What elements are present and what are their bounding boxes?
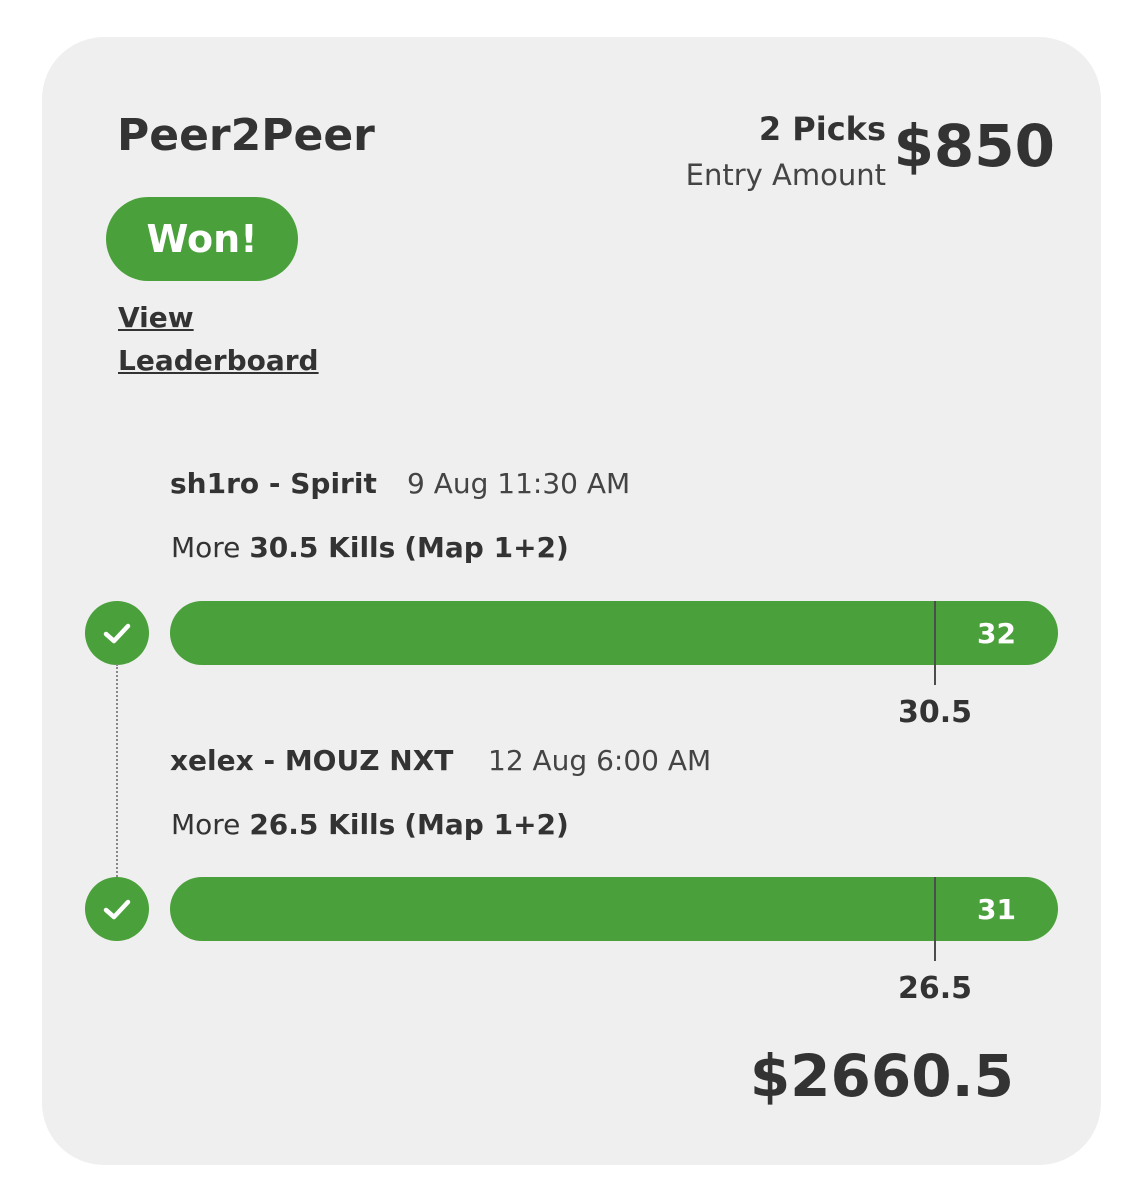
pick-1-line: More 30.5 Kills (Map 1+2) bbox=[171, 531, 569, 564]
pick-1-direction: More bbox=[171, 531, 241, 564]
pick-1-result: 32 bbox=[977, 616, 1016, 650]
pick-2-line-value: 26.5 Kills bbox=[249, 808, 396, 841]
checkmark-icon bbox=[103, 623, 131, 644]
pick-2-scope: (Map 1+2) bbox=[404, 808, 569, 841]
view-leaderboard-label-line-1[interactable]: View bbox=[118, 301, 194, 334]
picks-count: 2 Picks bbox=[758, 110, 886, 148]
pick-2-progress-bar: 31 bbox=[170, 877, 1058, 941]
entry-amount-label: Entry Amount bbox=[685, 158, 886, 192]
pick-1-threshold-marker bbox=[934, 601, 936, 685]
check-circle-icon bbox=[85, 601, 149, 665]
check-circle-icon bbox=[85, 877, 149, 941]
pick-1-line-value: 30.5 Kills bbox=[249, 531, 396, 564]
checkmark-icon bbox=[103, 899, 131, 920]
view-leaderboard-label-line-2[interactable]: Leaderboard bbox=[118, 344, 319, 377]
pick-2-direction: More bbox=[171, 808, 241, 841]
won-status-badge[interactable]: Won! bbox=[106, 197, 298, 281]
pick-2-threshold-marker bbox=[934, 877, 936, 961]
payout-amount: $2660.5 bbox=[749, 1042, 1014, 1110]
pick-2-line: More 26.5 Kills (Map 1+2) bbox=[171, 808, 569, 841]
pick-connector-line bbox=[116, 664, 118, 880]
pick-2-player: xelex - MOUZ NXT bbox=[170, 744, 454, 777]
pick-2-time: 12 Aug 6:00 AM bbox=[488, 744, 712, 777]
view-leaderboard-link[interactable]: View Leaderboard bbox=[118, 296, 319, 382]
contest-title: Peer2Peer bbox=[117, 110, 375, 161]
pick-1-time: 9 Aug 11:30 AM bbox=[407, 467, 631, 500]
pick-1-threshold: 30.5 bbox=[897, 695, 973, 730]
pick-1-progress-bar: 32 bbox=[170, 601, 1058, 665]
entry-amount-value: $850 bbox=[893, 112, 1055, 180]
pick-2-result: 31 bbox=[977, 892, 1016, 926]
pick-1-scope: (Map 1+2) bbox=[404, 531, 569, 564]
pick-1-player: sh1ro - Spirit bbox=[170, 467, 377, 500]
pick-2-threshold: 26.5 bbox=[897, 971, 973, 1006]
